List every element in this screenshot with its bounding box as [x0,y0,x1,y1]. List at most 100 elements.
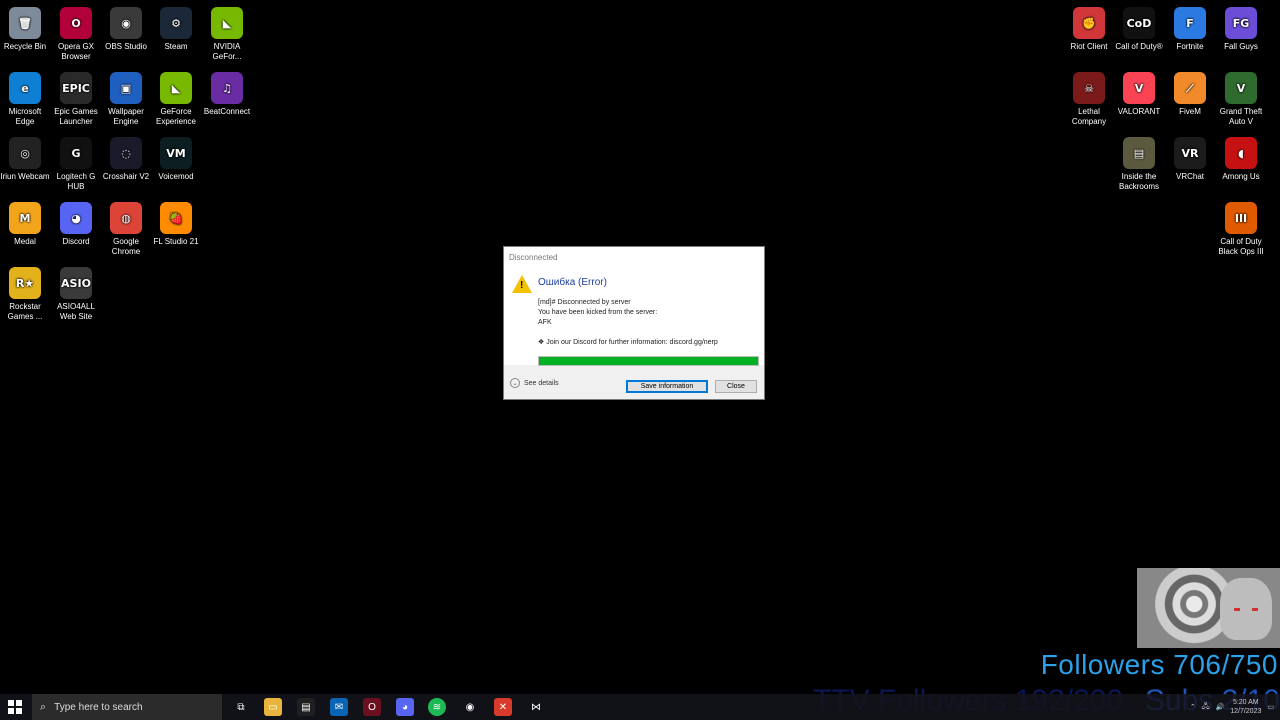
medal-taskbar-icon[interactable]: ⋈ [527,698,545,716]
avatar-eye-right [1252,608,1258,611]
network-icon[interactable]: 🖧 [1202,702,1210,713]
steam-icon: ⚙ [160,7,192,39]
call-of-duty-icon: CoD [1123,7,1155,39]
desktop-icon-geforce-experience[interactable]: ◣ GeForce Experience [151,69,201,127]
desktop-icon-opera-gx-browser[interactable]: O Opera GX Browser [51,4,101,62]
nvidia-icon: ◣ [211,7,243,39]
desktop-icon-iriun-webcam[interactable]: ◎ Iriun Webcam [0,134,50,182]
asio4all-icon: ASIO [60,267,92,299]
desktop-icon-label: Among Us [1222,172,1260,181]
file-explorer-icon[interactable]: ▭ [264,698,282,716]
desktop-icon-discord[interactable]: ◕ Discord [51,199,101,247]
desktop-icon-label: Riot Client [1070,42,1108,51]
start-button[interactable] [8,700,22,714]
mail-icon[interactable]: ✉ [330,698,348,716]
black-ops-iii-icon: III [1225,202,1257,234]
desktop-icon-beatconnect[interactable]: ♫ BeatConnect [202,69,252,117]
riot-client-icon: ✊ [1073,7,1105,39]
dialog-message: [md]# Disconnected by server You have be… [538,298,657,328]
desktop-icon-label: Microsoft Edge [8,107,42,126]
desktop-icon-lethal-company[interactable]: ☠ Lethal Company [1064,69,1114,127]
store-icon[interactable]: ▤ [297,698,315,716]
desktop-icon-label: Lethal Company [1071,107,1107,126]
desktop-icon-among-us[interactable]: ◖ Among Us [1216,134,1266,182]
opera-gx-icon: O [60,7,92,39]
message-line-1: [md]# Disconnected by server [538,299,631,306]
desktop-icon-label: FL Studio 21 [153,237,199,246]
dialog-body: ! Ошибка (Error) [md]# Disconnected by s… [504,267,764,366]
desktop-icon-epic-games-launcher[interactable]: EPIC Epic Games Launcher [51,69,101,127]
desktop-icon-logitech-g-hub[interactable]: G Logitech G HUB [51,134,101,192]
chrome-icon: ◍ [110,202,142,234]
desktop-icon-google-chrome[interactable]: ◍ Google Chrome [101,199,151,257]
desktop-icon-label: BeatConnect [203,107,251,116]
beatconnect-icon: ♫ [211,72,243,104]
desktop-icon-wallpaper-engine[interactable]: ▣ Wallpaper Engine [101,69,151,127]
voicemod-icon: VM [160,137,192,169]
desktop-icon-label: GeForce Experience [155,107,197,126]
desktop-icon-fortnite[interactable]: F Fortnite [1165,4,1215,52]
desktop-icon-grand-theft-auto-v[interactable]: V Grand Theft Auto V [1216,69,1266,127]
desktop-icon-steam[interactable]: ⚙ Steam [151,4,201,52]
desktop-icon-label: OBS Studio [105,42,147,51]
desktop-icon-fall-guys[interactable]: FG Fall Guys [1216,4,1266,52]
recycle-bin-icon: 🗑 [9,7,41,39]
fall-guys-icon: FG [1225,7,1257,39]
discord-taskbar-icon[interactable]: ◕ [396,698,414,716]
desktop-icon-label: Rockstar Games ... [7,302,43,321]
desktop-icon-obs-studio[interactable]: ◉ OBS Studio [101,4,151,52]
desktop-icon-label: Iriun Webcam [0,172,50,181]
desktop-icon-vrchat[interactable]: VR VRChat [1165,134,1215,182]
dialog-heading: Ошибка (Error) [538,277,607,288]
inside-the-backrooms-icon: ▤ [1123,137,1155,169]
desktop-icon-recycle-bin[interactable]: 🗑 Recycle Bin [0,4,50,52]
desktop-icon-label: Recycle Bin [3,42,47,51]
desktop-icon-fivem[interactable]: ⟋ FiveM [1165,69,1215,117]
desktop-icon-call-of-duty[interactable]: CoD Call of Duty® [1114,4,1164,52]
message-line-2: You have been kicked from the server: [538,309,658,316]
desktop-icon-label: Google Chrome [111,237,141,256]
desktop-icon-call-of-duty-black-ops-iii[interactable]: III Call of Duty Black Ops III [1216,199,1266,257]
edge-icon: e [9,72,41,104]
desktop-icon-medal[interactable]: M Medal [0,199,50,247]
tray-chevron-icon[interactable]: ⌃ [1190,703,1196,711]
desktop-icon-rockstar-games[interactable]: R★ Rockstar Games ... [0,264,50,322]
spotify-icon[interactable]: ≋ [428,698,446,716]
iriun-webcam-icon: ◎ [9,137,41,169]
desktop-icon-fl-studio-21[interactable]: 🍓 FL Studio 21 [151,199,201,247]
desktop-icon-riot-client[interactable]: ✊ Riot Client [1064,4,1114,52]
desktop-icon-label: Call of Duty Black Ops III [1218,237,1264,256]
medal-icon: M [9,202,41,234]
see-details-toggle[interactable]: ⌄ See details [510,378,559,388]
desktop-icon-crosshair-v2[interactable]: ◌ Crosshair V2 [101,134,151,182]
opera-gx-taskbar-icon[interactable]: O [363,698,381,716]
discord-info: ❖ Join our Discord for further informati… [538,339,718,346]
discord-icon: ◕ [60,202,92,234]
taskbar-search[interactable]: ⌕ Type here to search [32,694,222,720]
task-view-icon[interactable]: ⧉ [232,698,250,716]
volume-icon[interactable]: 🔊 [1216,703,1225,711]
message-line-3: AFK [538,319,552,326]
clock-time: 5:20 AM [1232,699,1259,706]
see-details-label: See details [524,379,559,387]
notifications-icon[interactable]: ▭ [1267,703,1274,711]
clock-date: 12/7/2023 [1230,708,1262,715]
crosshair-icon: ◌ [110,137,142,169]
close-button[interactable]: Close [715,380,757,393]
desktop-icon-inside-the-backrooms[interactable]: ▤ Inside the Backrooms [1114,134,1164,192]
clock[interactable]: 5:20 AM 12/7/2023 [1230,698,1261,716]
desktop-icon-valorant[interactable]: V VALORANT [1114,69,1164,117]
desktop-icon-label: Grand Theft Auto V [1219,107,1263,126]
desktop-icon-label: Voicemod [158,172,194,181]
desktop-icon-microsoft-edge[interactable]: e Microsoft Edge [0,69,50,127]
desktop-icon-nvidia-gefor[interactable]: ◣ NVIDIA GeFor... [202,4,252,62]
fl-studio-icon: 🍓 [160,202,192,234]
fivem-error-taskbar-icon[interactable]: ✕ [494,698,512,716]
save-information-button[interactable]: Save information [626,380,708,393]
desktop-icon-label: VALORANT [1117,107,1161,116]
desktop-icon-asio4all-web-site[interactable]: ASIO ASIO4ALL Web Site [51,264,101,322]
obs-taskbar-icon[interactable]: ◉ [461,698,479,716]
desktop-icon-voicemod[interactable]: VM Voicemod [151,134,201,182]
followers-overlay: Followers 706/750 [1040,649,1278,680]
vrchat-icon: VR [1174,137,1206,169]
